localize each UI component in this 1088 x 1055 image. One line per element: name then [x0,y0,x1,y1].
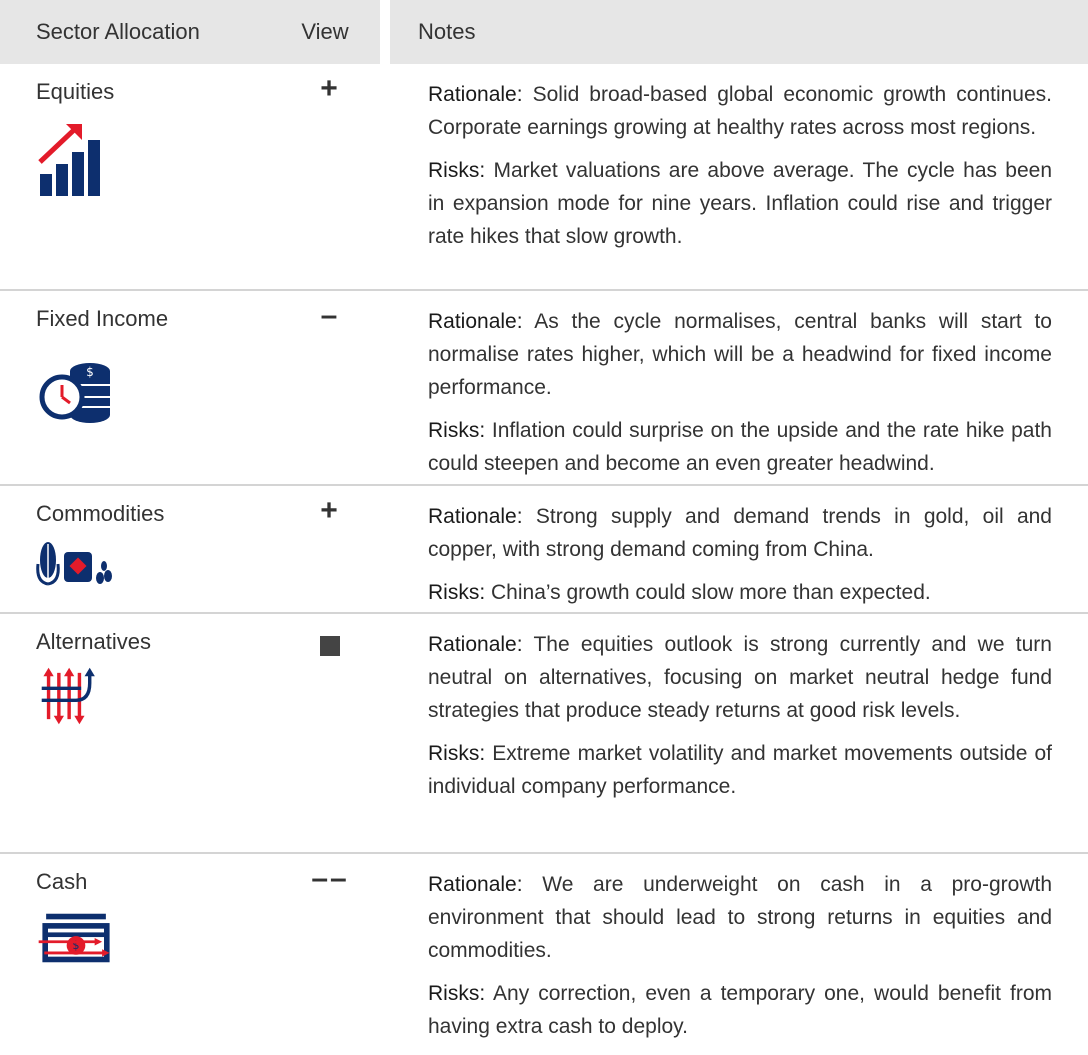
rising-bar-chart-icon [38,124,100,196]
svg-text:$: $ [86,365,94,379]
risks-label: Risks: [428,419,486,442]
header-sector-allocation: Sector Allocation [36,19,200,44]
risks-text: Extreme market volatility and market mov… [428,742,1052,798]
risks-label: Risks: [428,581,486,604]
view-indicator: + [320,494,340,527]
table-row-alternatives: Alternatives Rationale: The equities out… [0,614,1088,854]
sector-name: Equities [36,79,115,104]
rationale-label: Rationale: [428,633,523,656]
risks-label: Risks: [428,159,486,182]
sector-name: Fixed Income [36,306,169,331]
corn-sack-beans-icon [36,542,112,586]
header-divider [380,0,390,64]
risks-label: Risks: [428,742,486,765]
sector-name: Commodities [36,501,165,526]
view-indicator-neutral [320,636,340,656]
risks-label: Risks: [428,982,486,1005]
rationale-label: Rationale: [428,505,523,528]
view-indicator: – [320,299,340,332]
view-indicator: + [320,72,340,105]
view-indicator: –– [311,862,349,895]
cash-notes-icon: $ [38,913,110,963]
table-row-equities: Equities + Rationale: Solid broad-based … [0,64,1088,291]
rationale-label: Rationale: [428,310,523,333]
table-row-fixed-income: Fixed Income $ – Rationale: As the cycle… [0,291,1088,486]
risks-text: Inflation could surprise on the upside a… [428,419,1052,475]
risks-text: Market valuations are above average. The… [428,159,1053,248]
table-row-commodities: Commodities + Rationale: Strong supply a… [0,486,1088,614]
risks-text: Any correction, even a temporary one, wo… [428,982,1052,1038]
diverging-arrows-icon [41,667,95,725]
risks-text: China’s growth could slow more than expe… [491,581,931,604]
sector-allocation-table: Sector Allocation View Notes Equities + … [0,0,1088,1053]
clock-coins-icon: $ [39,363,110,423]
header-notes: Notes [418,19,476,44]
rationale-label: Rationale: [428,83,523,106]
header-view: View [301,19,349,44]
table-row-cash: Cash $ –– Rationale: We are underweight … [0,854,1088,1053]
sector-name: Cash [36,869,88,894]
table-header: Sector Allocation View Notes [0,0,1088,64]
rationale-label: Rationale: [428,873,523,896]
sector-name: Alternatives [36,629,151,654]
